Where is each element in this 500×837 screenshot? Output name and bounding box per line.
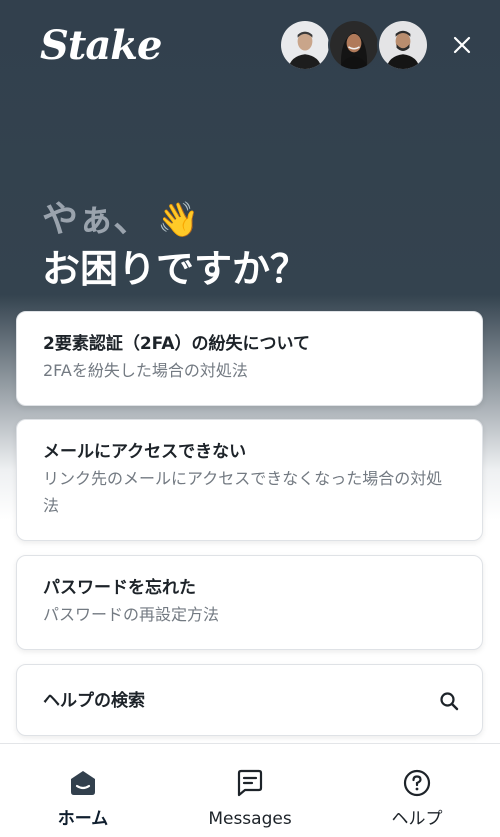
search-icon	[440, 692, 459, 711]
article-card-forgot-password[interactable]: パスワードを忘れた パスワードの再設定方法	[16, 555, 483, 650]
nav-label-help: ヘルプ	[391, 809, 443, 829]
avatar	[328, 19, 380, 71]
home-icon	[71, 771, 95, 795]
greeting: やぁ、 👋 お困りですか？	[42, 198, 308, 294]
bottom-navigation: ホーム Messages ヘルプ	[0, 743, 500, 837]
nav-tab-help[interactable]: ヘルプ	[334, 744, 500, 837]
stake-logo: Stake	[40, 22, 162, 69]
greeting-question: お困りですか？	[42, 247, 309, 291]
close-icon	[453, 36, 471, 54]
nav-label-messages: Messages	[208, 809, 292, 829]
nav-tab-home[interactable]: ホーム	[0, 744, 166, 837]
header: Stake	[0, 0, 500, 100]
nav-label-home: ホーム	[57, 809, 109, 829]
article-description: リンク先のメールにアクセスできなくなった場合の対処法	[43, 469, 443, 515]
messages-icon	[237, 769, 263, 797]
greeting-hello: やぁ、	[42, 199, 150, 240]
article-description: パスワードの再設定方法	[43, 605, 220, 624]
article-title: パスワードを忘れた	[43, 578, 196, 598]
help-search-label: ヘルプの検索	[43, 691, 145, 711]
article-card-2fa-lost[interactable]: 2要素認証（2FA）の紛失について 2FAを紛失した場合の対処法	[16, 311, 483, 406]
help-icon	[403, 769, 431, 797]
article-title: 2要素認証（2FA）の紛失について	[43, 334, 310, 354]
nav-tab-messages[interactable]: Messages	[167, 744, 333, 837]
avatar	[377, 19, 429, 71]
help-search-button[interactable]: ヘルプの検索	[16, 664, 483, 736]
article-title: メールにアクセスできない	[43, 442, 247, 462]
support-team-avatars	[279, 19, 429, 71]
article-card-email-access[interactable]: メールにアクセスできない リンク先のメールにアクセスできなくなった場合の対処法	[16, 419, 483, 541]
close-button[interactable]	[448, 31, 476, 59]
article-description: 2FAを紛失した場合の対処法	[43, 361, 248, 380]
waving-hand-icon: 👋	[157, 200, 200, 240]
avatar	[279, 19, 331, 71]
